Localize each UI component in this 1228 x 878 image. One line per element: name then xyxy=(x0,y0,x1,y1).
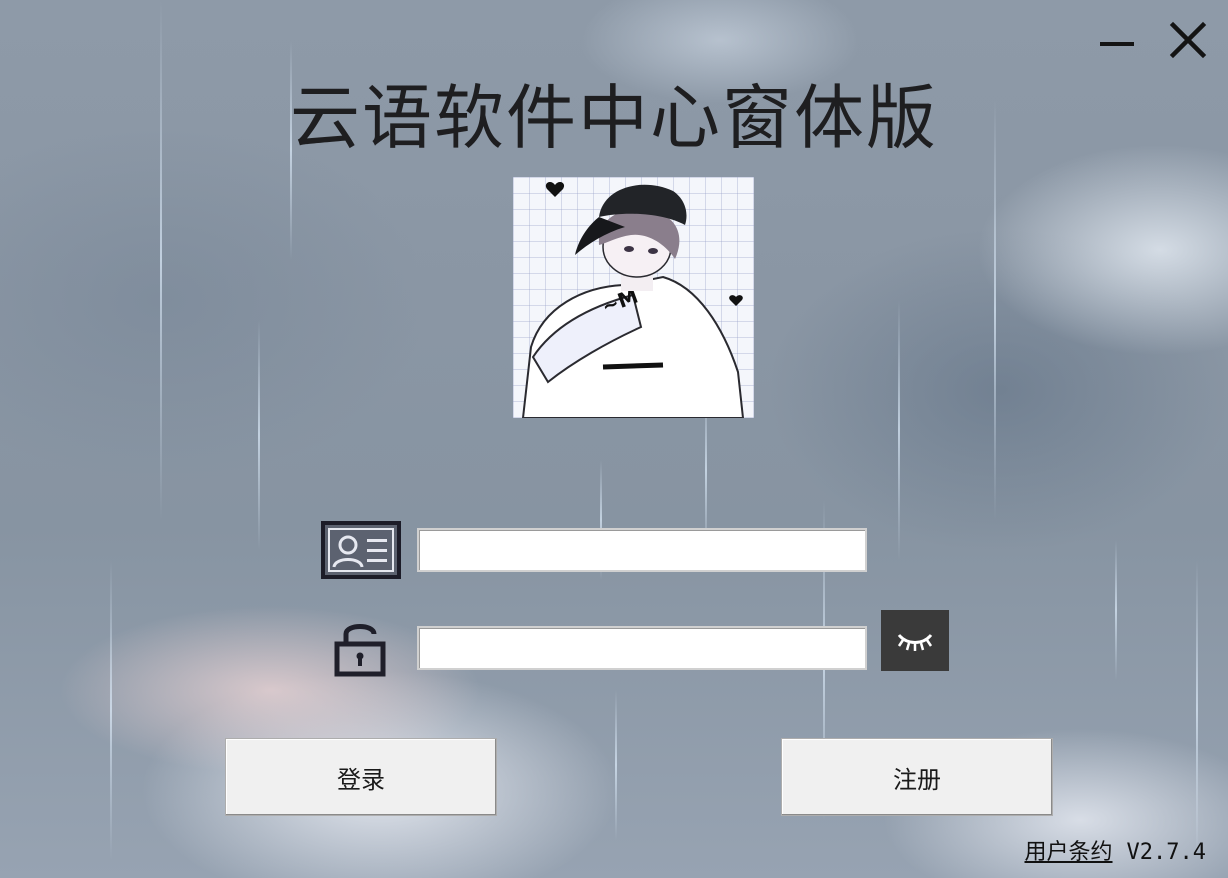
rain-streak xyxy=(898,300,900,560)
rain-streak xyxy=(615,690,617,840)
register-button-label: 注册 xyxy=(893,765,941,794)
version-label: V2.7.4 xyxy=(1126,840,1206,865)
password-input[interactable] xyxy=(417,626,867,670)
rain-streak xyxy=(1115,540,1117,680)
eye-closed-icon xyxy=(897,633,933,651)
register-button[interactable]: 注册 xyxy=(781,738,1053,816)
rain-streak xyxy=(1196,560,1198,860)
app-title: 云语软件中心窗体版 xyxy=(290,77,938,159)
close-button[interactable] xyxy=(1166,18,1210,62)
rain-streak xyxy=(258,320,260,550)
username-input[interactable] xyxy=(417,528,867,572)
rain-streak xyxy=(994,100,996,520)
id-card-icon xyxy=(320,520,402,580)
footer: 用户条约 V2.7.4 xyxy=(1025,834,1207,866)
minimize-button[interactable] xyxy=(1096,18,1140,62)
lock-icon xyxy=(330,618,390,678)
login-button-label: 登录 xyxy=(337,765,385,794)
toggle-password-visibility-button[interactable] xyxy=(881,610,949,671)
login-window: 云语软件中心窗体版 ~M 登录 注册 用户条约 V2.7.4 xyxy=(0,0,1228,878)
user-agreement-link[interactable]: 用户条约 xyxy=(1025,834,1113,866)
minimize-icon xyxy=(1100,42,1134,46)
rain-streak xyxy=(110,560,112,860)
close-icon xyxy=(1169,21,1207,59)
login-button[interactable]: 登录 xyxy=(225,738,497,816)
avatar-image: ~M xyxy=(521,182,745,418)
avatar: ~M xyxy=(513,177,754,418)
